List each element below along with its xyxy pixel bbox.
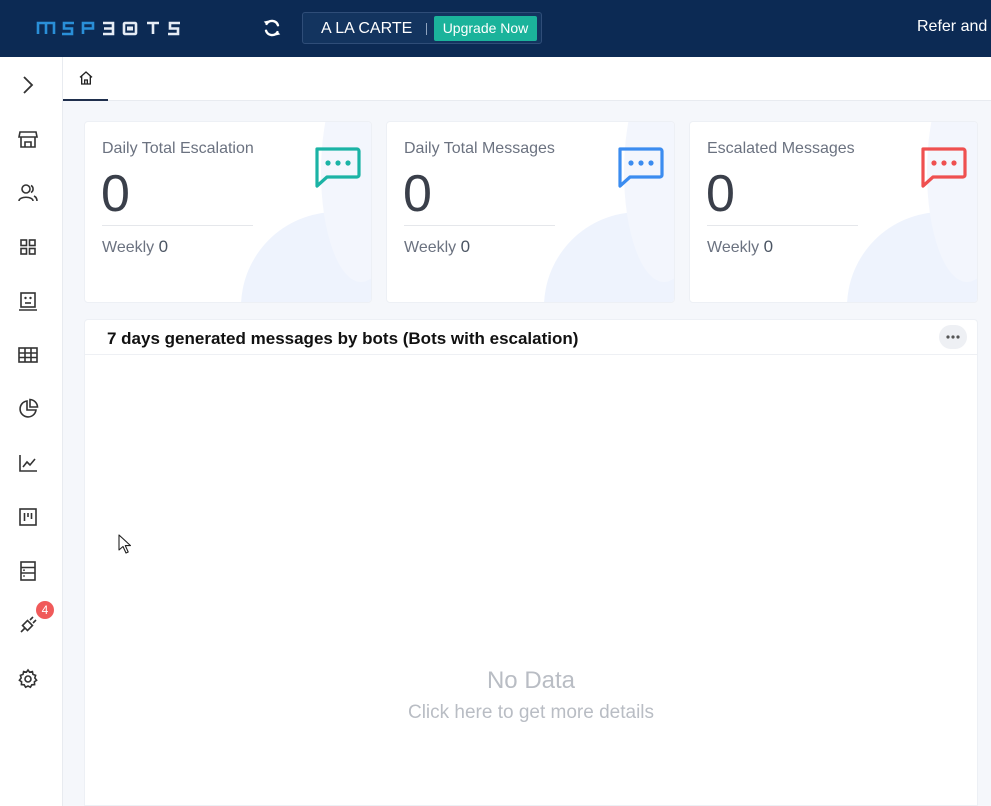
expand-chevron-icon[interactable]: [16, 73, 40, 97]
more-details-link[interactable]: Click here to get more details: [85, 702, 977, 724]
card-weekly: Weekly 0: [404, 237, 470, 257]
card-divider: [707, 225, 858, 226]
more-dots-icon: [946, 335, 960, 339]
panel-title: 7 days generated messages by bots (Bots …: [107, 329, 579, 348]
stat-card-daily-total-escalation[interactable]: Daily Total Escalation 0 Weekly 0: [84, 121, 372, 303]
stat-card-daily-total-messages[interactable]: Daily Total Messages 0 Weekly 0: [386, 121, 675, 303]
card-value: 0: [706, 165, 735, 223]
upgrade-now-button[interactable]: Upgrade Now: [434, 16, 537, 41]
card-title: Daily Total Messages: [404, 140, 555, 157]
card-divider: [404, 225, 555, 226]
mouse-cursor-icon: [118, 534, 132, 554]
card-weekly: Weekly 0: [707, 237, 773, 257]
bots-messages-chart-panel: 7 days generated messages by bots (Bots …: [84, 319, 978, 806]
card-weekly: Weekly 0: [102, 237, 168, 257]
chat-bubble-icon: [921, 147, 967, 188]
users-icon[interactable]: [16, 181, 40, 205]
weekly-label: Weekly: [707, 239, 760, 256]
weekly-label: Weekly: [404, 239, 457, 256]
weekly-value: 0: [460, 237, 471, 256]
plan-name: A LA CARTE: [321, 20, 413, 37]
integration-plug-icon[interactable]: [16, 613, 40, 637]
refer-link[interactable]: Refer and: [917, 18, 987, 36]
settings-gear-icon[interactable]: [16, 667, 40, 691]
card-title: Escalated Messages: [707, 140, 855, 157]
integration-notification-badge: 4: [36, 601, 54, 619]
dashboard-grid-icon[interactable]: [16, 235, 40, 259]
mspbots-logo[interactable]: [36, 17, 206, 39]
tab-home[interactable]: [63, 57, 108, 101]
top-navigation-bar: A LA CARTE Upgrade Now Refer and: [0, 0, 991, 57]
chat-bubble-icon: [315, 147, 361, 188]
store-icon[interactable]: [16, 127, 40, 151]
home-icon: [79, 71, 92, 85]
no-data-title: No Data: [486, 667, 576, 694]
weekly-value: 0: [158, 237, 169, 256]
weekly-value: 0: [763, 237, 774, 256]
panel-header: 7 days generated messages by bots (Bots …: [85, 320, 977, 355]
line-chart-icon[interactable]: [16, 451, 40, 475]
plan-divider: [426, 23, 427, 35]
bot-face-icon[interactable]: [16, 289, 40, 313]
table-icon[interactable]: [16, 343, 40, 367]
chat-bubble-icon: [618, 147, 664, 188]
pie-chart-icon[interactable]: [16, 397, 40, 421]
card-title: Daily Total Escalation: [102, 140, 254, 157]
card-value: 0: [403, 165, 432, 223]
subscription-plan-box: A LA CARTE Upgrade Now: [302, 12, 542, 44]
sidebar: 4: [0, 57, 63, 806]
report-icon[interactable]: [16, 559, 40, 583]
kanban-icon[interactable]: [16, 505, 40, 529]
card-value: 0: [101, 165, 130, 223]
sync-icon[interactable]: [261, 17, 283, 39]
weekly-label: Weekly: [102, 239, 155, 256]
card-divider: [102, 225, 253, 226]
stat-card-escalated-messages[interactable]: Escalated Messages 0 Weekly 0: [689, 121, 978, 303]
more-options-button[interactable]: [939, 325, 967, 349]
tab-strip: [63, 57, 991, 101]
